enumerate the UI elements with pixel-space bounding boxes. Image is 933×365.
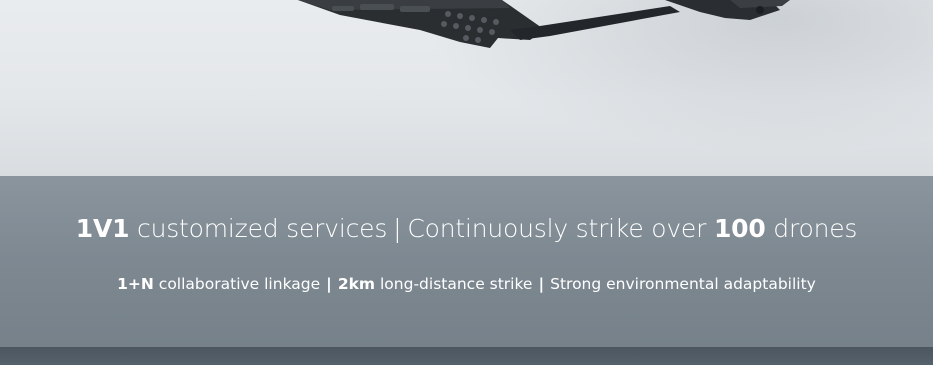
footer-strip [0,347,933,365]
feature-band [0,176,933,347]
headline-separator: | [393,214,402,243]
feature-separator-1: | [326,275,332,293]
headline: 1V1 customized services | Continuously str… [0,214,933,243]
feature-1-bold: 1+N [117,275,154,293]
feature-list: 1+N collaborative linkage | 2km long-dista… [0,275,933,293]
feature-separator-2: | [538,275,545,293]
headline-bold-1v1: 1V1 [75,214,130,243]
hero-image-area [0,0,933,176]
feature-1-text: collaborative linkage [153,275,321,293]
feature-2-bold: 2km [337,275,376,293]
product-banner: 1V1 customized services | Continuously str… [0,0,933,365]
headline-text-3: drones [765,214,858,243]
device-image [298,0,790,48]
feature-3-text: Strong environmental adaptability [550,275,816,293]
headline-text-2: Continuously strike over [407,214,714,243]
headline-bold-100: 100 [713,214,766,243]
headline-text-1: customized services [129,214,388,243]
feature-2-text: long-distance strike [375,275,533,293]
